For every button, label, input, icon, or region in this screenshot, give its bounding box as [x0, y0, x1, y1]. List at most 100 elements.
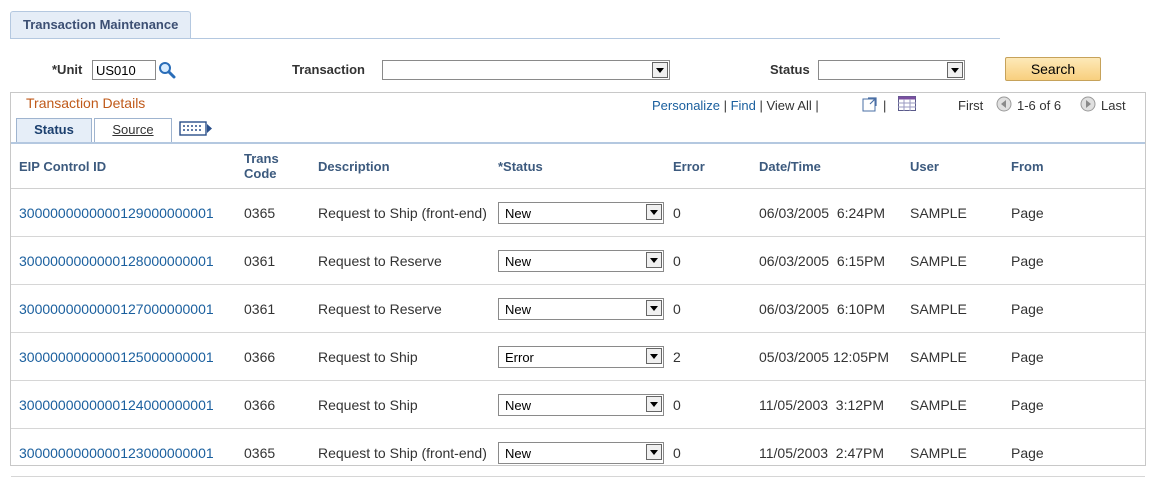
chevron-down-icon[interactable] — [646, 203, 662, 220]
description-cell: Request to Ship (front-end) — [310, 428, 490, 477]
column-header-date-time: Date/Time — [751, 144, 902, 189]
row-status-value: New — [505, 205, 532, 221]
chevron-down-icon[interactable] — [646, 251, 662, 268]
row-status-select[interactable]: New — [498, 249, 664, 272]
chevron-down-icon[interactable] — [646, 299, 662, 316]
eip-control-id-link[interactable]: 3000000000000124000000001 — [19, 397, 214, 413]
status-cell: Error — [490, 332, 665, 381]
row-status-select[interactable]: New — [498, 201, 664, 224]
row-status-select[interactable]: New — [498, 297, 664, 320]
row-status-select[interactable]: New — [498, 441, 664, 464]
row-status-value: New — [505, 301, 532, 317]
unit-input[interactable] — [92, 60, 156, 80]
column-header-from: From — [1003, 144, 1145, 189]
row-range: 1-6 of 6 — [1017, 98, 1062, 113]
eip-control-id-link[interactable]: 3000000000000128000000001 — [19, 253, 214, 269]
trans-code-cell: 0361 — [236, 236, 310, 285]
error-cell: 0 — [665, 188, 751, 237]
status-cell: New — [490, 284, 665, 333]
last-label: Last — [1101, 98, 1126, 113]
date-time-cell: 11/05/2003 3:12PM — [751, 380, 902, 429]
status-cell: New — [490, 236, 665, 285]
error-cell: 0 — [665, 380, 751, 429]
search-button[interactable]: Search — [1005, 57, 1101, 81]
error-cell: 0 — [665, 284, 751, 333]
from-cell: Page — [1003, 188, 1145, 237]
row-status-value: New — [505, 445, 532, 461]
chevron-down-icon[interactable] — [646, 347, 662, 364]
eip-control-id-link[interactable]: 3000000000000125000000001 — [19, 349, 214, 365]
table-row: 3000000000000129000000001 0365 Request to … — [11, 188, 1145, 237]
chevron-down-icon[interactable] — [947, 62, 963, 78]
from-cell: Page — [1003, 428, 1145, 477]
table-header-row: EIP Control ID Trans Code Description *S… — [11, 144, 1145, 189]
view-all-link[interactable]: View All — [766, 98, 811, 113]
date-time-cell: 06/03/2005 6:10PM — [751, 284, 902, 333]
from-cell: Page — [1003, 332, 1145, 381]
user-cell: SAMPLE — [902, 284, 1003, 333]
table-row: 3000000000000128000000001 0361 Request to … — [11, 236, 1145, 285]
status-cell: New — [490, 428, 665, 477]
table-row: 3000000000000123000000001 0365 Request to … — [11, 428, 1145, 477]
separator: | — [723, 98, 731, 113]
status-cell: New — [490, 188, 665, 237]
separator: | — [883, 98, 887, 113]
column-header-status: *Status — [490, 144, 665, 189]
page-tab-transaction-maintenance: Transaction Maintenance — [10, 11, 192, 39]
column-header-error: Error — [665, 144, 751, 189]
find-link[interactable]: Find — [731, 98, 756, 113]
row-status-select[interactable]: Error — [498, 345, 664, 368]
column-header-description: Description — [310, 144, 490, 189]
chevron-down-icon[interactable] — [646, 395, 662, 412]
description-cell: Request to Ship — [310, 332, 490, 381]
from-cell: Page — [1003, 380, 1145, 429]
right-arrow-icon[interactable] — [1080, 96, 1096, 112]
from-cell: Page — [1003, 284, 1145, 333]
tab-underline — [10, 38, 1000, 39]
row-status-value: New — [505, 253, 532, 269]
status-cell: New — [490, 380, 665, 429]
column-header-trans-code: Trans Code — [236, 144, 310, 189]
eip-control-id-link[interactable]: 3000000000000123000000001 — [19, 445, 214, 461]
date-time-cell: 11/05/2003 2:47PM — [751, 428, 902, 477]
row-status-value: New — [505, 397, 532, 413]
unit-label: *Unit — [52, 62, 83, 77]
left-arrow-icon[interactable] — [996, 96, 1012, 112]
table-row: 3000000000000125000000001 0366 Request to … — [11, 332, 1145, 381]
tab-source[interactable]: Source — [94, 118, 172, 142]
tab-status[interactable]: Status — [16, 118, 92, 142]
row-status-value: Error — [505, 349, 534, 365]
from-cell: Page — [1003, 236, 1145, 285]
error-cell: 2 — [665, 332, 751, 381]
column-header-user: User — [902, 144, 1003, 189]
eip-control-id-link[interactable]: 3000000000000129000000001 — [19, 205, 214, 221]
error-cell: 0 — [665, 236, 751, 285]
trans-code-cell: 0366 — [236, 380, 310, 429]
column-header-eip-control-id: EIP Control ID — [11, 144, 236, 189]
magnifier-icon[interactable] — [158, 61, 176, 79]
status-select[interactable] — [818, 60, 965, 80]
grid-title: Transaction Details — [26, 95, 146, 111]
user-cell: SAMPLE — [902, 428, 1003, 477]
user-cell: SAMPLE — [902, 380, 1003, 429]
zoom-grid-icon[interactable] — [862, 96, 878, 112]
download-spreadsheet-icon[interactable] — [898, 96, 916, 111]
transaction-table: EIP Control ID Trans Code Description *S… — [11, 144, 1145, 477]
show-all-columns-icon[interactable] — [177, 120, 215, 138]
description-cell: Request to Reserve — [310, 284, 490, 333]
grid-toolbar: Personalize | Find | View All | — [652, 98, 819, 113]
table-row: 3000000000000127000000001 0361 Request to … — [11, 284, 1145, 333]
separator: | — [815, 98, 819, 113]
trans-code-cell: 0366 — [236, 332, 310, 381]
transaction-select[interactable] — [382, 60, 670, 80]
row-status-select[interactable]: New — [498, 393, 664, 416]
user-cell: SAMPLE — [902, 188, 1003, 237]
personalize-link[interactable]: Personalize — [652, 98, 720, 113]
eip-control-id-link[interactable]: 3000000000000127000000001 — [19, 301, 214, 317]
trans-code-cell: 0365 — [236, 188, 310, 237]
date-time-cell: 05/03/2005 12:05PM — [751, 332, 902, 381]
date-time-cell: 06/03/2005 6:15PM — [751, 236, 902, 285]
description-cell: Request to Reserve — [310, 236, 490, 285]
chevron-down-icon[interactable] — [652, 62, 668, 78]
chevron-down-icon[interactable] — [646, 443, 662, 460]
